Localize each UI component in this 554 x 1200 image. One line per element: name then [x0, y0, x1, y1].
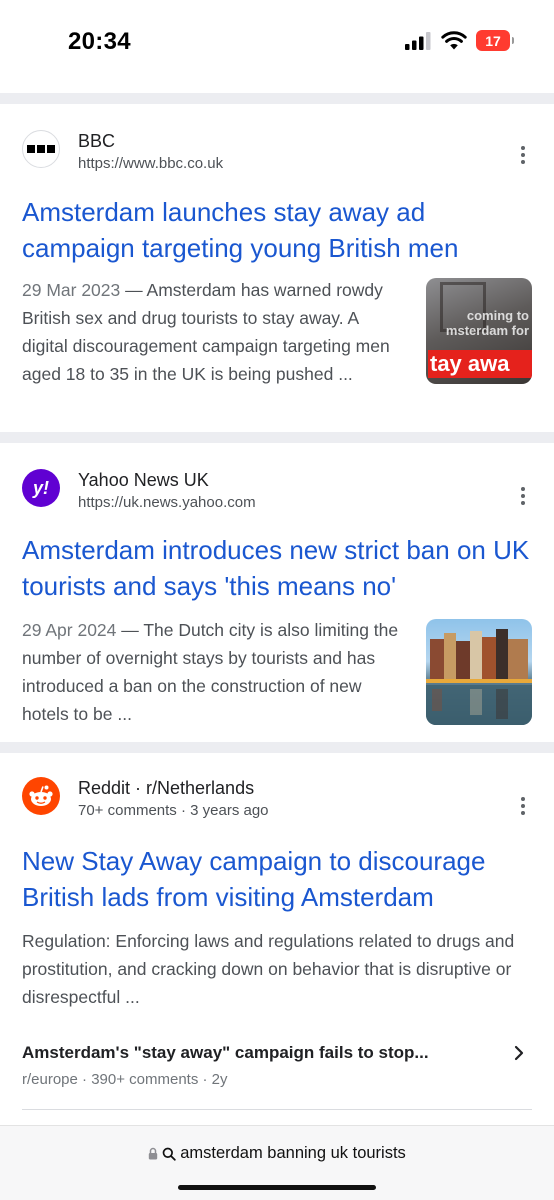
home-indicator[interactable] [178, 1185, 376, 1190]
search-result-reddit: Reddit · r/Netherlands 70+ comments · 3 … [0, 753, 554, 1125]
lock-icon [148, 1147, 158, 1160]
signal-icon [405, 31, 431, 50]
thumbnail-banner: tay awa [428, 350, 532, 378]
more-options-icon[interactable] [520, 797, 526, 815]
status-bar: 20:34 17 [0, 0, 554, 86]
search-icon [162, 1147, 176, 1161]
yahoo-logo-icon: y! [22, 469, 60, 507]
result-snippet: Regulation: Enforcing laws and regulatio… [22, 931, 515, 1007]
result-date: 29 Mar 2023 [22, 280, 121, 300]
sub-result-link[interactable]: Amsterdam's "stay away" campaign fails t… [22, 1043, 532, 1088]
result-snippet: 29 Apr 2024 — The Dutch city is also lim… [22, 620, 399, 724]
result-thumbnail[interactable]: coming to msterdam for tay awa [426, 278, 532, 384]
source-name: Yahoo News UK [78, 470, 209, 490]
result-title-link[interactable]: Amsterdam launches stay away ad campaign… [22, 194, 537, 266]
battery-icon: 17 [476, 30, 514, 51]
result-snippet: 29 Mar 2023 — Amsterdam has warned rowdy… [22, 280, 390, 384]
result-source[interactable]: BBC https://www.bbc.co.uk [22, 130, 223, 175]
source-url: https://uk.news.yahoo.com [78, 494, 256, 511]
wifi-icon [441, 31, 467, 50]
browser-url-bar[interactable]: amsterdam banning uk tourists [0, 1125, 554, 1200]
battery-level: 17 [485, 32, 501, 49]
chevron-right-icon [514, 1045, 524, 1061]
divider [0, 93, 554, 104]
thumbnail-caption: coming to [466, 308, 529, 323]
result-thumbnail[interactable] [426, 619, 532, 725]
source-name: BBC [78, 131, 116, 151]
source-meta: 70+ comments · 3 years ago [78, 802, 269, 819]
result-source[interactable]: y! Yahoo News UK https://uk.news.yahoo.c… [22, 469, 256, 514]
sub-result-title: Amsterdam's "stay away" campaign fails t… [22, 1043, 429, 1062]
search-result-bbc: BBC https://www.bbc.co.uk Amsterdam laun… [0, 104, 554, 432]
more-options-icon[interactable] [520, 487, 526, 505]
divider [0, 742, 554, 753]
bbc-logo-icon [22, 130, 60, 168]
status-time: 20:34 [68, 28, 131, 55]
sub-result-meta: r/europe · 390+ comments · 2y [22, 1071, 228, 1088]
source-url: https://www.bbc.co.uk [78, 155, 224, 172]
more-options-icon[interactable] [520, 146, 526, 164]
status-icons: 17 [405, 30, 514, 51]
source-name: Reddit · r/Netherlands [78, 778, 255, 798]
divider [22, 1109, 532, 1110]
result-date: 29 Apr 2024 [22, 620, 117, 640]
thumbnail-caption: msterdam for [445, 323, 529, 338]
result-source[interactable]: Reddit · r/Netherlands 70+ comments · 3 … [22, 777, 269, 822]
divider [0, 432, 554, 443]
reddit-logo-icon [22, 777, 60, 815]
result-title-link[interactable]: Amsterdam introduces new strict ban on U… [22, 532, 537, 604]
result-title-link[interactable]: New Stay Away campaign to discourage Bri… [22, 843, 537, 915]
url-text: amsterdam banning uk tourists [180, 1144, 406, 1162]
search-result-yahoo: y! Yahoo News UK https://uk.news.yahoo.c… [0, 443, 554, 742]
